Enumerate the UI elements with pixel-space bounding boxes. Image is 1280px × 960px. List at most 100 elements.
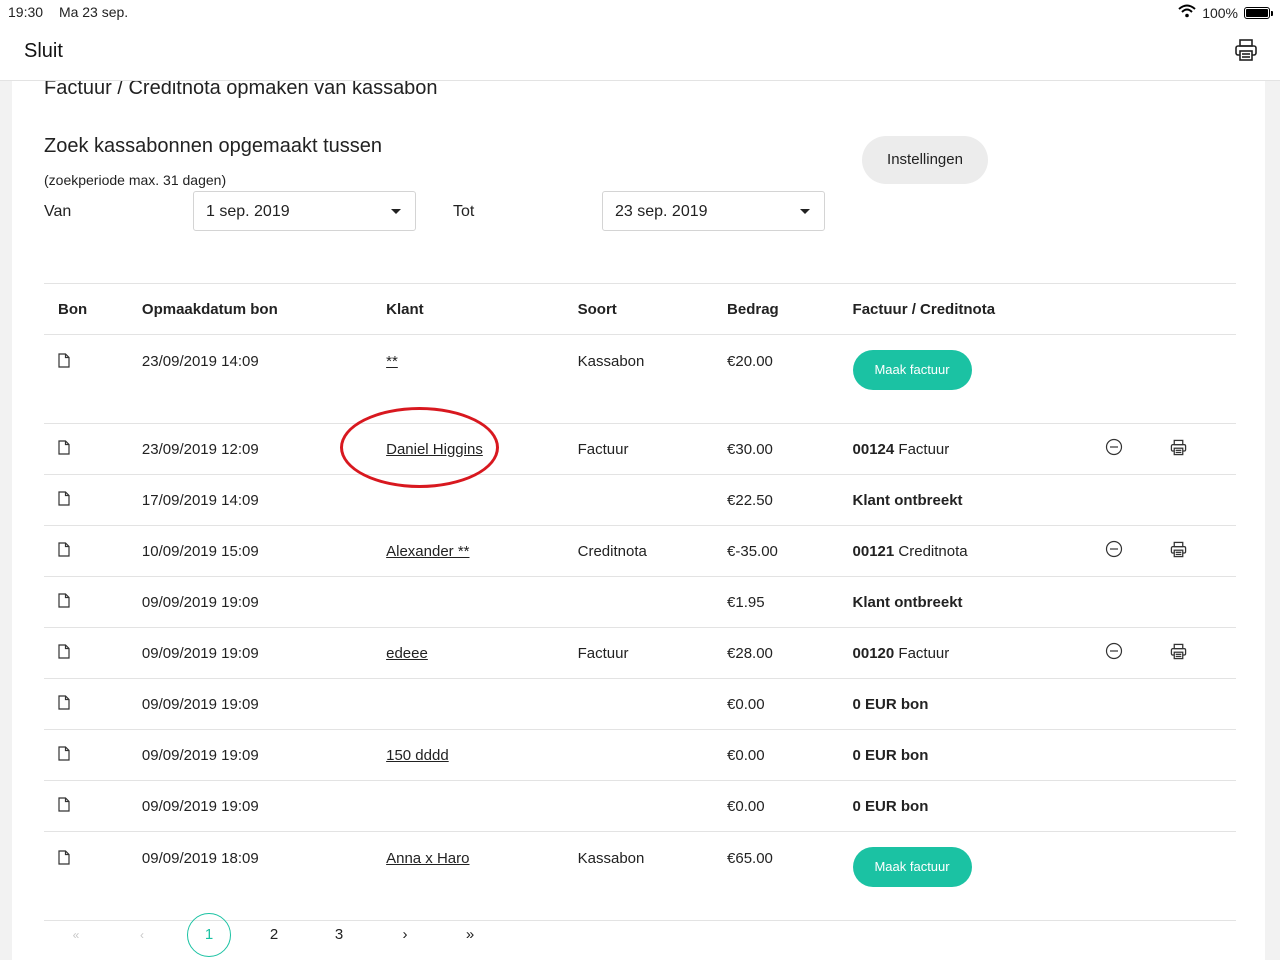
invoice-status: Klant ontbreekt [852, 491, 963, 509]
receipt-type [577, 780, 728, 832]
invoice-status: Klant ontbreekt [852, 593, 963, 611]
invoice-type: Factuur [898, 440, 950, 458]
to-date-value: 23 sep. 2019 [615, 203, 708, 220]
receipt-amount: €22.50 [727, 474, 853, 526]
col-soort: Soort [577, 283, 728, 335]
top-navbar: Sluit [0, 24, 1280, 81]
receipt-amount: €28.00 [727, 627, 853, 679]
minus-circle-icon[interactable] [1105, 642, 1123, 664]
document-icon[interactable] [58, 592, 70, 612]
last-page-button[interactable]: » [448, 913, 492, 957]
receipt-date: 09/09/2019 19:09 [141, 576, 387, 628]
customer-link[interactable]: edeee [386, 645, 428, 662]
chevron-down-icon [391, 209, 401, 214]
minus-circle-icon[interactable] [1105, 438, 1123, 460]
document-icon[interactable] [58, 745, 70, 765]
status-date: Ma 23 sep. [58, 4, 129, 20]
minus-circle-icon[interactable] [1105, 540, 1123, 562]
table-row: 09/09/2019 19:09 €1.95 Klant ontbreekt [44, 576, 1236, 628]
customer-link[interactable]: 150 dddd [386, 747, 449, 764]
receipt-date: 17/09/2019 14:09 [141, 474, 387, 526]
customer-link[interactable]: Alexander ** [386, 543, 469, 560]
page-2-button[interactable]: 2 [252, 913, 296, 957]
invoice-status: 0 EUR bon [852, 797, 929, 815]
invoice-status: 0 EUR bon [852, 746, 929, 764]
table-row: 23/09/2019 12:09 Daniel Higgins Factuur €30… [44, 423, 1236, 475]
print-icon[interactable] [1234, 38, 1258, 67]
document-icon[interactable] [58, 439, 70, 459]
prev-page-button[interactable]: ‹ [120, 913, 164, 957]
receipt-amount: €0.00 [727, 678, 853, 730]
table-row: 09/09/2019 19:09 €0.00 0 EUR bon [44, 678, 1236, 730]
document-icon[interactable] [58, 694, 70, 714]
page-3-button[interactable]: 3 [317, 913, 361, 957]
receipt-date: 09/09/2019 19:09 [141, 780, 387, 832]
col-date: Opmaakdatum bon [141, 283, 387, 335]
invoice-type: Creditnota [898, 542, 968, 560]
receipt-type: Creditnota [577, 525, 728, 577]
receipts-table: Bon Opmaakdatum bon Klant Soort Bedrag F… [44, 283, 1236, 921]
receipt-amount: €0.00 [727, 780, 853, 832]
receipt-type [577, 576, 728, 628]
receipt-type: Kassabon [577, 334, 728, 424]
main-card: Factuur / Creditnota opmaken van kassabo… [12, 81, 1265, 960]
table-header: Bon Opmaakdatum bon Klant Soort Bedrag F… [44, 283, 1236, 335]
document-icon[interactable] [58, 490, 70, 510]
next-page-button[interactable]: › [383, 913, 427, 957]
table-row: 23/09/2019 14:09 ** Kassabon €20.00 Maak fac… [44, 334, 1236, 424]
customer-link[interactable]: ** [386, 353, 398, 370]
receipt-date: 09/09/2019 18:09 [141, 831, 387, 921]
battery-icon [1244, 6, 1273, 19]
receipt-amount: €-35.00 [727, 525, 853, 577]
col-bon: Bon [44, 283, 142, 335]
document-icon[interactable] [58, 643, 70, 663]
page-title: Factuur / Creditnota opmaken van kassabo… [44, 81, 438, 99]
col-factuur: Factuur / Creditnota [852, 283, 1105, 335]
invoice-number: 00120 [852, 644, 895, 662]
table-row: 09/09/2019 19:09 €0.00 0 EUR bon [44, 780, 1236, 832]
print-icon[interactable] [1170, 541, 1187, 562]
receipt-type: Factuur [577, 627, 728, 679]
from-date-value: 1 sep. 2019 [206, 203, 290, 220]
customer-link[interactable]: Anna x Haro [386, 850, 469, 867]
invoice-number: 00124 [852, 440, 895, 458]
chevron-down-icon [800, 209, 810, 214]
receipt-date: 09/09/2019 19:09 [141, 678, 387, 730]
page-1-button[interactable]: 1 [187, 913, 231, 957]
maak-factuur-button[interactable]: Maak factuur [852, 847, 972, 887]
maak-factuur-button[interactable]: Maak factuur [852, 350, 972, 390]
invoice-status: 0 EUR bon [852, 695, 929, 713]
from-date-select[interactable]: 1 sep. 2019 [193, 191, 416, 231]
document-icon[interactable] [58, 796, 70, 816]
close-button[interactable]: Sluit [24, 40, 63, 63]
col-klant: Klant [386, 283, 578, 335]
search-title: Zoek kassabonnen opgemaakt tussen [44, 135, 382, 157]
annotation-circle [340, 407, 499, 488]
invoice-number: 00121 [852, 542, 895, 560]
status-bar: 19:30 Ma 23 sep. 100% [0, 0, 1280, 24]
print-icon[interactable] [1170, 439, 1187, 460]
settings-button[interactable]: Instellingen [862, 136, 988, 184]
receipt-type: Factuur [577, 423, 728, 475]
document-icon[interactable] [58, 353, 70, 372]
receipt-type [577, 729, 728, 781]
receipt-type [577, 678, 728, 730]
print-icon[interactable] [1170, 643, 1187, 664]
document-icon[interactable] [58, 541, 70, 561]
wifi-icon [1178, 4, 1196, 21]
table-row: 17/09/2019 14:09 €22.50 Klant ontbreekt [44, 474, 1236, 526]
invoice-type: Factuur [898, 644, 950, 662]
period-note: (zoekperiode max. 31 dagen) [44, 172, 227, 188]
receipt-amount: €20.00 [727, 334, 853, 424]
receipt-date: 09/09/2019 19:09 [141, 729, 387, 781]
document-icon[interactable] [58, 850, 70, 869]
to-date-select[interactable]: 23 sep. 2019 [602, 191, 825, 231]
table-row: 09/09/2019 19:09 edeee Factuur €28.00 00120 … [44, 627, 1236, 679]
receipt-date: 23/09/2019 14:09 [141, 334, 387, 424]
first-page-button[interactable]: « [54, 913, 98, 957]
status-time: 19:30 [8, 4, 44, 20]
receipt-amount: €1.95 [727, 576, 853, 628]
receipt-type [577, 474, 728, 526]
table-row: 09/09/2019 19:09 150 dddd €0.00 0 EUR bon [44, 729, 1236, 781]
from-label: Van [44, 203, 72, 220]
